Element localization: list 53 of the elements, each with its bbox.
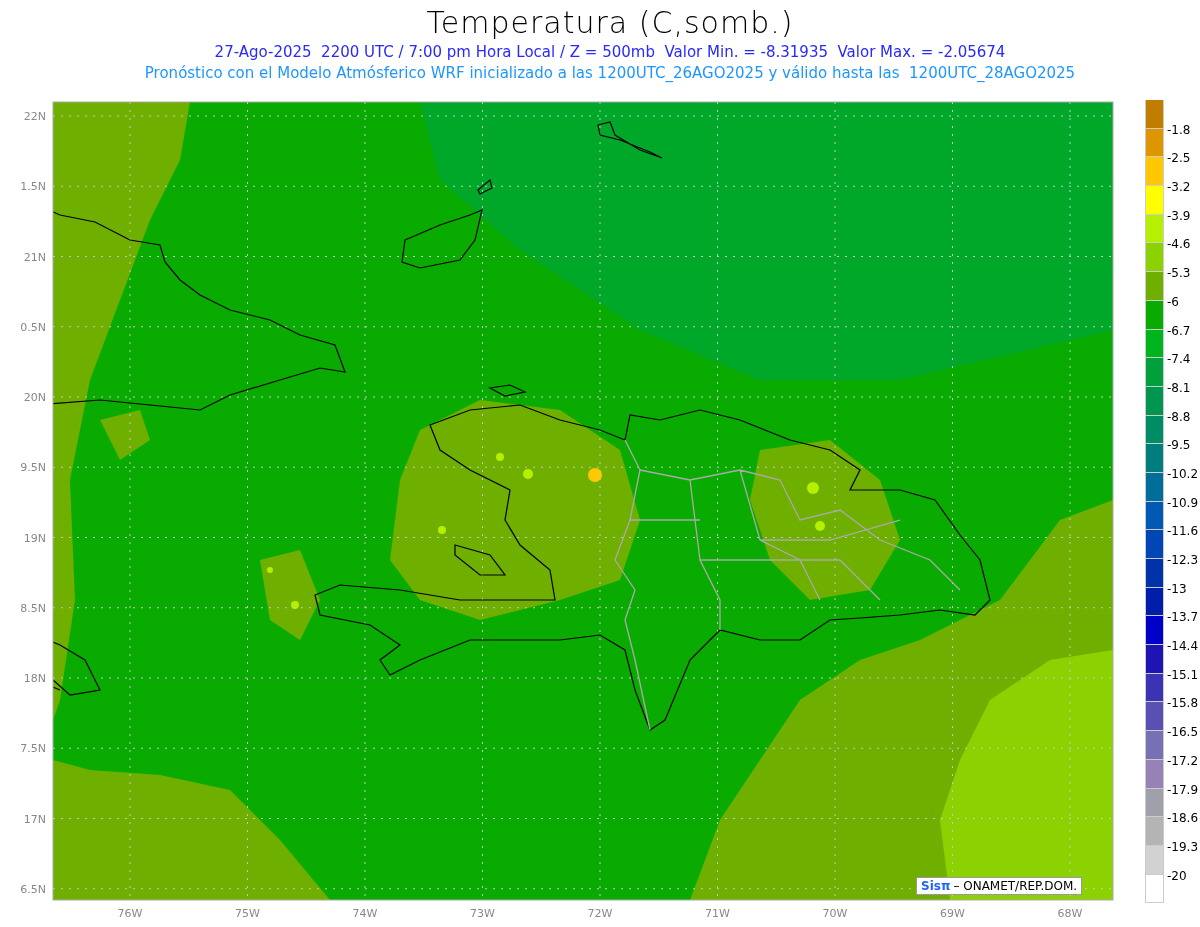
colorbar-label: -5.3 <box>1167 266 1191 281</box>
colorbar-label: -12.3 <box>1167 553 1199 567</box>
latitude-label: 1.5N <box>20 180 46 194</box>
colorbar-label: -3.2 <box>1167 180 1191 195</box>
latitude-label: 8.5N <box>20 601 46 615</box>
colorbar-label: -13 <box>1167 581 1187 596</box>
colorbar-label: -14.4 <box>1167 639 1199 654</box>
colorbar-label: -3.9 <box>1167 208 1191 223</box>
latitude-label: 0.5N <box>20 320 46 334</box>
colorbar-label: -9.5 <box>1167 438 1191 453</box>
longitude-label: 71W <box>705 907 730 920</box>
colorbar-label: -13.7 <box>1167 610 1199 625</box>
colorbar-label: -7.4 <box>1167 352 1191 367</box>
colorbar-label: -15.1 <box>1167 667 1199 682</box>
latitude-label: 19N <box>23 531 46 545</box>
colorbar-label: -8.8 <box>1167 409 1191 424</box>
colorbar-label: -4.6 <box>1167 237 1191 252</box>
latitude-label: 22N <box>23 110 46 123</box>
longitude-label: 72W <box>587 907 613 920</box>
longitude-label: 69W <box>940 907 965 920</box>
longitude-label: 75W <box>235 907 260 920</box>
chart-subtitle: Pronóstico con el Modelo Atmósferico WRF inicializado a las 1200UTC_26AGO2025 y válido hasta las 1200UTC_28AGO2025 <box>144 63 1076 84</box>
colorbar-label: -18.6 <box>1167 811 1199 826</box>
latitude-label: 21N <box>23 250 46 264</box>
colorbar-label: -17.2 <box>1167 753 1199 768</box>
latitude-label: 9.5N <box>20 461 46 475</box>
colorbar-label: -16.5 <box>1167 725 1199 740</box>
colorbar-label: -10.2 <box>1167 466 1199 481</box>
latitude-label: 6.5N <box>20 882 46 896</box>
longitude-label: 73W <box>470 907 495 920</box>
longitude-label: 74W <box>352 907 378 920</box>
latitude-label: 7.5N <box>20 742 46 756</box>
longitude-label: 68W <box>1057 907 1083 920</box>
colorbar-label: -6 <box>1167 294 1179 309</box>
chart-subtitle: 27-Ago-2025 2200 UTC / 7:00 pm Hora Local / Z = 500mb Valor Min. = -8.31935 Valor Max. = -2.05674 <box>214 42 1006 63</box>
colorbar-label: -10.9 <box>1167 495 1199 510</box>
latitude-label: 17N <box>23 812 46 826</box>
credit-text: – ONAMET/REP.DOM. <box>953 879 1078 893</box>
colorbar-label: -17.9 <box>1167 782 1199 797</box>
colorbar-label: -20 <box>1167 868 1187 883</box>
longitude-label: 70W <box>822 907 848 920</box>
colorbar-label: -2.5 <box>1167 151 1191 166</box>
colorbar-label: -15.8 <box>1167 696 1199 711</box>
latitude-label: 18N <box>23 672 46 685</box>
colorbar-label: -19.3 <box>1167 839 1199 854</box>
credit-logo: Sisπ <box>921 879 951 893</box>
colorbar-label: -11.6 <box>1167 524 1199 539</box>
colorbar-label: -1.8 <box>1167 122 1191 137</box>
longitude-label: 76W <box>117 907 143 920</box>
chart-title: Temperatura (C,somb.) <box>426 4 794 42</box>
colorbar-label: -6.7 <box>1167 323 1191 338</box>
colorbar-label: -8.1 <box>1167 380 1191 395</box>
latitude-label: 20N <box>23 391 46 404</box>
